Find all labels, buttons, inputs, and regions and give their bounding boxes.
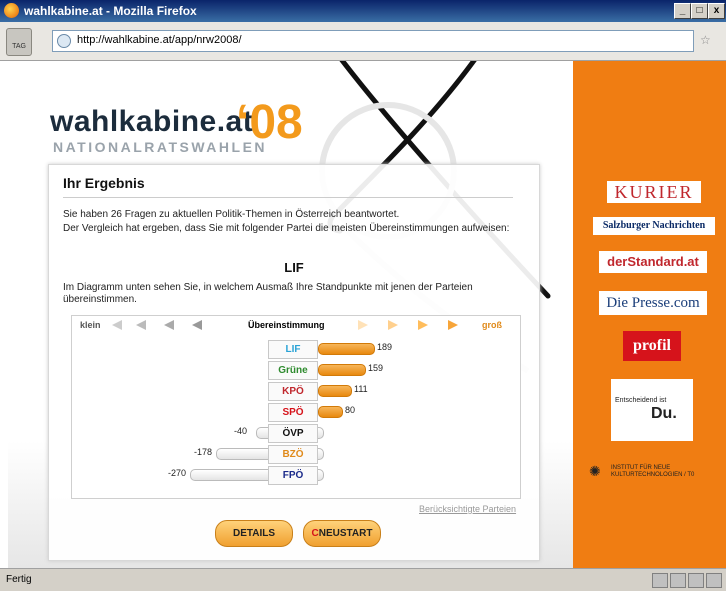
value-label: 159 [368, 363, 384, 373]
globe-icon [57, 34, 71, 48]
url-bar[interactable]: http://wahlkabine.at/app/nrw2008/ [52, 30, 694, 52]
chart-row: SPÖ 80 [72, 403, 520, 422]
url-text[interactable]: http://wahlkabine.at/app/nrw2008/ [77, 34, 242, 46]
agreement-chart: klein Übereinstimmung groß LIF 189 Grüne 15… [71, 315, 521, 499]
entscheidend-ist-du-logo[interactable]: Entscheidend ist Du. [611, 379, 693, 441]
party-label: KPÖ [268, 382, 318, 401]
chart-row: LIF 189 [72, 340, 520, 359]
minimize-button[interactable]: _ [674, 3, 691, 19]
chevron-right-icon [358, 320, 368, 330]
result-heading: Ihr Ergebnis [63, 175, 145, 191]
sun-icon: ✺ [589, 463, 601, 479]
maximize-button[interactable]: □ [691, 3, 708, 19]
chart-row: ÖVP -40 [72, 424, 520, 443]
restart-label: NEUSTART [318, 528, 373, 539]
window-titlebar: wahlkabine.at - Mozilla Firefox _ □ x [0, 0, 726, 22]
chart-row: KPÖ 111 [72, 382, 520, 401]
value-label: -270 [168, 468, 187, 478]
wahlkabine-logo: wahlkabine.at ‘08 NATIONALRATSWAHLEN [50, 96, 303, 155]
bookmark-star-icon[interactable]: ☆ [700, 33, 711, 47]
chart-bar [318, 343, 375, 355]
kurier-logo[interactable]: KURIER [607, 181, 701, 203]
result-line-3: Im Diagramm unten sehen Sie, in welchem … [63, 282, 473, 305]
status-bar: Fertig [0, 568, 726, 591]
page-viewport: wahlkabine.at ‘08 NATIONALRATSWAHLEN Ihr… [0, 61, 726, 568]
party-label: FPÖ [268, 466, 318, 485]
scale-high-label: groß [482, 320, 502, 330]
close-button[interactable]: x [708, 3, 725, 19]
party-label: Grüne [268, 361, 318, 380]
result-line-1: Sie haben 26 Fragen zu aktuellen Politik… [63, 209, 400, 220]
chevron-left-icon [112, 320, 122, 330]
profil-logo[interactable]: profil [623, 331, 681, 361]
party-label: BZÖ [268, 445, 318, 464]
scale-title: Übereinstimmung [248, 320, 325, 330]
value-label: 189 [377, 342, 393, 352]
derstandard-logo[interactable]: derStandard.at [599, 251, 707, 273]
result-card: Ihr Ergebnis Sie haben 26 Fragen zu aktu… [48, 164, 540, 561]
chart-row: Grüne 159 [72, 361, 520, 380]
ikt-logo[interactable]: ✺ INSTITUT FÜR NEUE KULTURTECHNOLOGIEN /… [589, 461, 723, 481]
value-label: 80 [345, 405, 356, 415]
scale-low-label: klein [80, 320, 101, 330]
party-label: SPÖ [268, 403, 318, 422]
matched-party: LIF [284, 260, 304, 275]
status-icon[interactable] [670, 573, 686, 588]
status-text: Fertig [6, 574, 32, 585]
restart-icon: C [311, 528, 319, 539]
chart-row: BZÖ -178 [72, 445, 520, 464]
navigation-toolbar: TAG http://wahlkabine.at/app/nrw2008/ ☆ [0, 22, 726, 61]
divider [63, 197, 513, 198]
status-icon[interactable] [706, 573, 722, 588]
window-title: wahlkabine.at - Mozilla Firefox [24, 4, 197, 18]
party-label: ÖVP [268, 424, 318, 443]
result-line-2: Der Vergleich hat ergeben, dass Sie mit … [63, 223, 510, 234]
chart-bar [318, 385, 352, 397]
value-label: 111 [354, 384, 368, 394]
status-icon[interactable] [688, 573, 704, 588]
chevron-right-icon [388, 320, 398, 330]
value-label: -178 [194, 447, 213, 457]
chevron-right-icon [418, 320, 428, 330]
chart-bar [318, 406, 343, 418]
salzburger-nachrichten-logo[interactable]: Salzburger Nachrichten [593, 217, 715, 235]
logo-text: wahlkabine.at [50, 105, 254, 138]
value-label: -40 [234, 426, 248, 436]
sponsor-sidebar: KURIER Salzburger Nachrichten derStandar… [573, 61, 726, 568]
diepresse-logo[interactable]: Die Presse.com [599, 291, 707, 315]
details-button[interactable]: DETAILS [215, 520, 293, 547]
chart-header: klein Übereinstimmung groß [72, 316, 520, 334]
main-content: wahlkabine.at ‘08 NATIONALRATSWAHLEN Ihr… [8, 61, 573, 568]
party-label: LIF [268, 340, 318, 359]
considered-parties-link[interactable]: Berücksichtigte Parteien [419, 504, 516, 514]
ent-du: Du. [651, 405, 677, 422]
firefox-icon [4, 3, 19, 18]
chart-row: FPÖ -270 [72, 466, 520, 485]
chevron-left-icon [192, 320, 202, 330]
tag-icon[interactable]: TAG [6, 28, 32, 56]
chevron-left-icon [136, 320, 146, 330]
chart-bar [318, 364, 366, 376]
status-icon[interactable] [652, 573, 668, 588]
restart-button[interactable]: CNEUSTART [303, 520, 381, 547]
logo-subtitle: NATIONALRATSWAHLEN [53, 139, 268, 155]
chevron-left-icon [164, 320, 174, 330]
ent-text: Entscheidend ist [615, 397, 667, 404]
chevron-right-icon [448, 320, 458, 330]
